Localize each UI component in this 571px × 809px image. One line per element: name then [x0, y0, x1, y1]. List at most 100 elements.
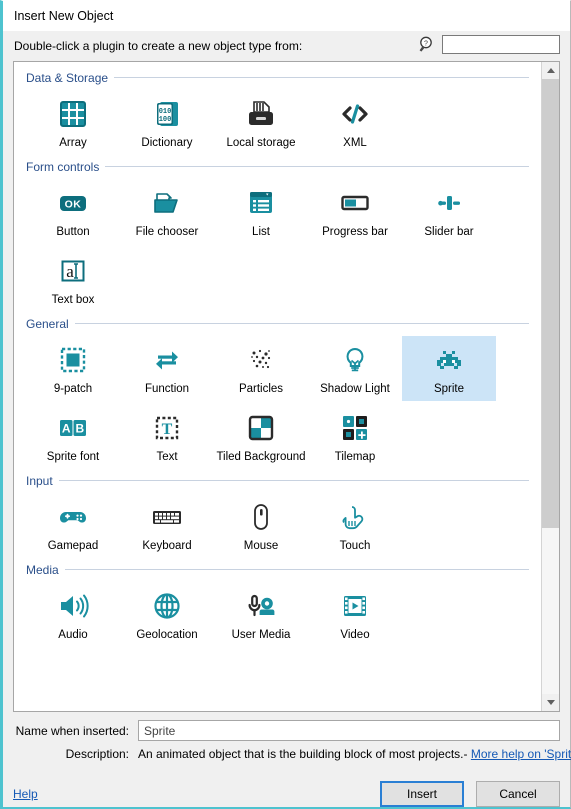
footer-fields: Name when inserted: Description: An anim…	[3, 712, 571, 767]
plugin-item-particles[interactable]: Particles	[214, 336, 308, 401]
plugin-item-local-storage[interactable]: Local storage	[214, 90, 308, 155]
cancel-button[interactable]: Cancel	[476, 781, 560, 807]
description-text: An animated object that is the building …	[138, 747, 571, 761]
plugin-item-label: Geolocation	[136, 629, 198, 641]
plugin-item-array[interactable]: Array	[26, 90, 120, 155]
svg-text:?: ?	[424, 41, 428, 48]
plugin-item-geolocation[interactable]: Geolocation	[120, 582, 214, 647]
plugin-item-label: Array	[59, 137, 87, 149]
plugin-item-list[interactable]: List	[214, 179, 308, 244]
array-icon	[55, 95, 91, 133]
plugin-item-progress-bar[interactable]: Progress bar	[308, 179, 402, 244]
plugin-item-function[interactable]: Function	[120, 336, 214, 401]
plugin-groups-container: Data & Storage Array 010 100 Dictionary Local…	[14, 62, 541, 711]
plugin-item-label: Keyboard	[142, 540, 192, 552]
text-icon: T	[149, 409, 185, 447]
plugin-item-label: Tiled Background	[216, 451, 306, 463]
help-link[interactable]: Help	[13, 787, 38, 801]
plugin-item-touch[interactable]: Touch	[308, 493, 402, 558]
plugin-row: 9-patch Function Particles Shadow Light Spri…	[26, 336, 529, 401]
dictionary-icon: 010 100	[149, 95, 185, 133]
audio-icon	[55, 587, 91, 625]
keyboard-icon	[149, 498, 185, 536]
particles-icon	[243, 341, 279, 379]
svg-text:OK: OK	[65, 199, 82, 211]
search-input[interactable]	[442, 35, 560, 54]
insert-button[interactable]: Insert	[380, 781, 464, 807]
description-label: Description:	[65, 747, 129, 761]
plugin-item-tilemap[interactable]: Tilemap	[308, 404, 402, 469]
group-label: General	[26, 316, 69, 331]
plugin-group-form-controls: Form controls OK Button File chooser List Pro…	[14, 157, 541, 312]
plugin-item-label: Touch	[339, 540, 371, 552]
plugin-item-tiled-background[interactable]: Tiled Background	[214, 404, 308, 469]
plugin-row: Audio Geolocation User Media Video	[26, 582, 529, 647]
plugin-group-general: General 9-patch Function Particles Shadow Li…	[14, 314, 541, 469]
plugin-item-keyboard[interactable]: Keyboard	[120, 493, 214, 558]
scroll-up-button[interactable]	[542, 62, 559, 79]
group-divider	[114, 77, 529, 78]
sprite-font-icon: AB	[55, 409, 91, 447]
plugin-item-label: Audio	[58, 629, 88, 641]
plugin-item-button[interactable]: OK Button	[26, 179, 120, 244]
tilemap-icon	[337, 409, 373, 447]
vertical-scrollbar[interactable]	[541, 62, 559, 711]
chevron-down-icon	[546, 700, 555, 705]
name-when-inserted-input[interactable]	[138, 720, 560, 741]
dialog-title-bar: Insert New Object	[3, 1, 570, 31]
plugin-item-label: 9-patch	[53, 383, 93, 395]
plugin-item-xml[interactable]: XML	[308, 90, 402, 155]
plugin-group-media: Media Audio Geolocation User Media Video	[14, 560, 541, 647]
plugin-item-text-box[interactable]: a Text box	[26, 247, 120, 312]
chevron-up-icon	[546, 68, 555, 73]
plugin-item-sprite-font[interactable]: A B Sprite font	[26, 404, 120, 469]
plugin-item-shadow-light[interactable]: Shadow Light	[308, 336, 402, 401]
scrollbar-track[interactable]	[542, 79, 559, 694]
plugin-item-label: Tilemap	[334, 451, 376, 463]
plugin-item-mouse[interactable]: Mouse	[214, 493, 308, 558]
svg-text:100: 100	[159, 116, 172, 124]
sprite-icon	[431, 341, 467, 379]
button-ok-icon: OK	[55, 184, 91, 222]
gamepad-icon	[55, 498, 91, 536]
plugin-item-gamepad[interactable]: Gamepad	[26, 493, 120, 558]
group-label: Media	[26, 562, 59, 577]
svg-text:a: a	[66, 262, 74, 281]
plugin-item-label: Video	[340, 629, 370, 641]
plugin-item-label: Shadow Light	[320, 383, 390, 395]
scrollbar-thumb[interactable]	[542, 79, 559, 528]
function-icon	[149, 341, 185, 379]
plugin-item-text[interactable]: T Text	[120, 404, 214, 469]
name-row: Name when inserted:	[13, 720, 560, 741]
plugin-item-audio[interactable]: Audio	[26, 582, 120, 647]
geolocation-icon	[149, 587, 185, 625]
nine-patch-icon	[55, 341, 91, 379]
group-header: Input	[26, 471, 529, 490]
plugin-item-label: Mouse	[243, 540, 279, 552]
plugin-item-9-patch[interactable]: 9-patch	[26, 336, 120, 401]
scroll-down-button[interactable]	[542, 694, 559, 711]
user-media-icon	[243, 587, 279, 625]
plugin-item-file-chooser[interactable]: File chooser	[120, 179, 214, 244]
file-chooser-icon	[149, 184, 185, 222]
plugin-item-label: Slider bar	[424, 226, 474, 238]
plugin-item-label: Text box	[51, 294, 95, 306]
plugin-item-video[interactable]: Video	[308, 582, 402, 647]
search-help-icon: ?	[418, 35, 437, 54]
plugin-item-label: Dictionary	[141, 137, 193, 149]
plugin-item-user-media[interactable]: User Media	[214, 582, 308, 647]
group-divider	[74, 323, 529, 324]
search-area: ?	[418, 35, 560, 54]
plugin-item-label: Function	[144, 383, 190, 395]
local-storage-icon	[243, 95, 279, 133]
more-help-link[interactable]: More help on 'Sprite'	[471, 747, 571, 761]
group-divider	[64, 569, 529, 570]
plugin-list-panel: Data & Storage Array 010 100 Dictionary Local…	[13, 61, 560, 712]
dialog-button-row: Help Insert Cancel	[3, 767, 570, 807]
plugin-item-label: Text	[156, 451, 178, 463]
plugin-item-dictionary[interactable]: 010 100 Dictionary	[120, 90, 214, 155]
xml-icon	[337, 95, 373, 133]
group-label: Input	[26, 473, 53, 488]
plugin-item-slider-bar[interactable]: Slider bar	[402, 179, 496, 244]
plugin-item-sprite[interactable]: Sprite	[402, 336, 496, 401]
